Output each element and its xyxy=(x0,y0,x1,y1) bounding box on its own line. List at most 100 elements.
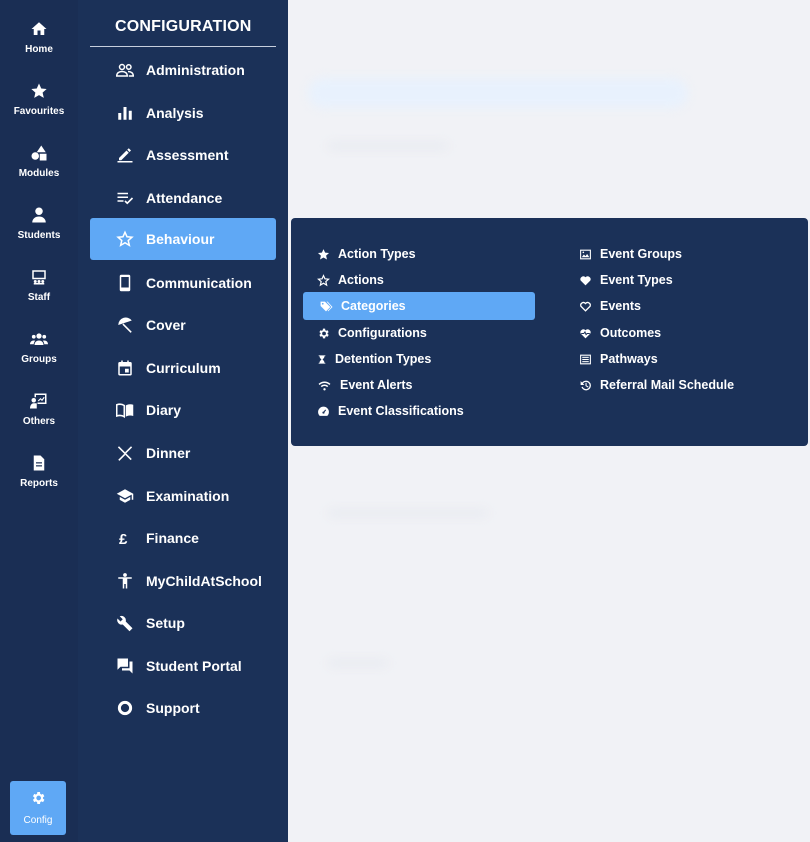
rail-item-favourites[interactable]: Favourites xyxy=(0,82,78,138)
menu-item-support[interactable]: Support xyxy=(90,687,276,729)
flyout-item-event-classifications[interactable]: Event Classifications xyxy=(317,397,537,425)
flyout-label: Categories xyxy=(341,299,406,313)
chat-icon xyxy=(117,658,133,674)
rail-item-config[interactable]: Config xyxy=(10,781,66,835)
flyout-label: Actions xyxy=(338,273,384,287)
checklist-icon xyxy=(117,192,134,205)
menu-item-attendance[interactable]: Attendance xyxy=(90,177,276,219)
heart-outline-icon xyxy=(580,301,591,312)
flyout-item-categories[interactable]: Categories xyxy=(303,292,535,320)
rail-item-students[interactable]: Students xyxy=(0,206,78,262)
blurred-line xyxy=(328,143,448,149)
tags-icon xyxy=(320,301,333,311)
flyout-label: Outcomes xyxy=(600,326,662,340)
configuration-panel: CONFIGURATION Administration Analysis As… xyxy=(78,0,288,842)
document-icon xyxy=(33,455,45,471)
rail-item-modules[interactable]: Modules xyxy=(0,144,78,200)
flyout-item-action-types[interactable]: Action Types xyxy=(317,240,537,268)
star-outline-icon xyxy=(317,273,330,286)
menu-item-behaviour[interactable]: Behaviour xyxy=(90,218,276,260)
flyout-item-referral-mail-schedule[interactable]: Referral Mail Schedule xyxy=(579,371,779,399)
umbrella-icon xyxy=(118,317,132,333)
menu-label: Finance xyxy=(146,530,199,546)
flyout-item-event-groups[interactable]: Event Groups xyxy=(579,240,779,268)
menu-item-finance[interactable]: £ Finance xyxy=(90,517,276,559)
panel-divider xyxy=(90,46,276,47)
menu-item-diary[interactable]: Diary xyxy=(90,389,276,431)
menu-item-communication[interactable]: Communication xyxy=(90,262,276,304)
rail-item-reports[interactable]: Reports xyxy=(0,454,78,510)
menu-item-curriculum[interactable]: Curriculum xyxy=(90,347,276,389)
flyout-label: Event Types xyxy=(600,273,673,287)
flyout-item-pathways[interactable]: Pathways xyxy=(579,345,779,373)
menu-label: MyChildAtSchool xyxy=(146,573,262,589)
menu-item-assessment[interactable]: Assessment xyxy=(90,134,276,176)
rail-label: Groups xyxy=(21,354,57,365)
rail-label: Home xyxy=(25,44,53,55)
blurred-banner xyxy=(308,78,688,108)
flyout-label: Detention Types xyxy=(335,352,432,366)
pound-icon: £ xyxy=(119,531,128,547)
staff-icon xyxy=(32,270,46,285)
menu-item-student-portal[interactable]: Student Portal xyxy=(90,645,276,687)
menu-item-setup[interactable]: Setup xyxy=(90,602,276,644)
shapes-icon xyxy=(31,145,47,161)
menu-label: Behaviour xyxy=(146,231,215,247)
flyout-item-events[interactable]: Events xyxy=(579,292,779,320)
menu-item-examination[interactable]: Examination xyxy=(90,475,276,517)
menu-item-dinner[interactable]: Dinner xyxy=(90,432,276,474)
image-icon xyxy=(580,249,591,259)
menu-label: Diary xyxy=(146,402,182,418)
menu-item-cover[interactable]: Cover xyxy=(90,304,276,346)
person-icon xyxy=(32,207,46,223)
rail-label: Students xyxy=(17,230,61,241)
flyout-label: Events xyxy=(600,299,641,313)
menu-item-mychildatschool[interactable]: MyChildAtSchool xyxy=(90,560,276,602)
wifi-icon xyxy=(318,381,331,390)
gear-icon xyxy=(32,792,45,804)
menu-item-analysis[interactable]: Analysis xyxy=(90,92,276,134)
rail-label: Reports xyxy=(20,478,58,489)
menu-label: Attendance xyxy=(146,190,223,206)
flyout-label: Action Types xyxy=(338,247,416,261)
menu-label: Administration xyxy=(146,62,245,78)
gauge-icon xyxy=(318,406,329,416)
flyout-item-outcomes[interactable]: Outcomes xyxy=(579,319,779,347)
menu-item-administration[interactable]: Administration xyxy=(90,49,276,91)
presentation-icon xyxy=(30,393,47,409)
rail-item-staff[interactable]: Staff xyxy=(0,268,78,324)
flyout-item-event-types[interactable]: Event Types xyxy=(579,266,779,294)
rail-label: Favourites xyxy=(13,106,65,117)
flyout-item-configurations[interactable]: Configurations xyxy=(317,319,537,347)
ring-icon xyxy=(117,700,133,716)
rail-label: Others xyxy=(22,416,56,427)
behaviour-flyout: Action Types Actions Categories Configur… xyxy=(291,218,808,446)
star-icon xyxy=(317,248,330,259)
rail-item-home[interactable]: Home xyxy=(0,20,78,76)
menu-label: Analysis xyxy=(146,105,204,121)
phone-icon xyxy=(119,274,131,292)
rail-item-groups[interactable]: Groups xyxy=(0,330,78,386)
flyout-label: Referral Mail Schedule xyxy=(600,378,735,392)
rail-item-others[interactable]: Others xyxy=(0,392,78,448)
menu-label: Setup xyxy=(146,615,185,631)
blurred-line xyxy=(328,510,488,516)
flyout-label: Pathways xyxy=(600,352,658,366)
graduation-cap-icon xyxy=(116,489,134,503)
rail-label: Staff xyxy=(27,292,51,303)
hourglass-icon xyxy=(318,354,326,364)
menu-label: Cover xyxy=(146,317,186,333)
flyout-label: Configurations xyxy=(338,326,427,340)
flyout-item-event-alerts[interactable]: Event Alerts xyxy=(317,371,537,399)
history-icon xyxy=(580,380,591,390)
menu-label: Examination xyxy=(146,488,230,504)
gear-icon xyxy=(319,328,329,338)
child-icon xyxy=(118,573,132,589)
home-icon xyxy=(31,22,47,35)
flyout-label: Event Groups xyxy=(600,247,682,261)
flyout-item-actions[interactable]: Actions xyxy=(317,266,537,294)
panel-title: CONFIGURATION xyxy=(115,18,252,35)
heart-icon xyxy=(580,275,591,285)
flyout-item-detention-types[interactable]: Detention Types xyxy=(317,345,537,373)
rail-label: Config xyxy=(23,815,53,826)
